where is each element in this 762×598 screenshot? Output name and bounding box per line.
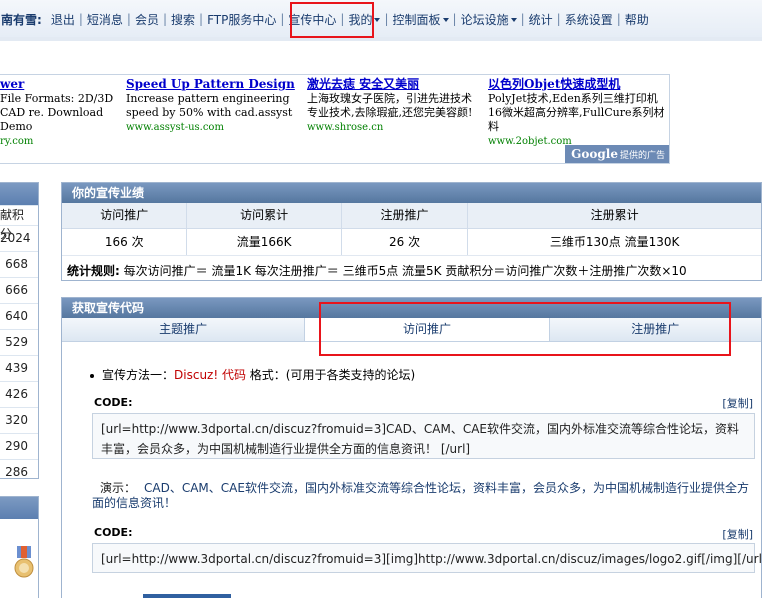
- top-nav: 南有雪: 退出 | 短消息 | 会员 | 搜索 | FTP服务中心 | 宣传中心 | 我的 |…: [0, 0, 762, 38]
- ad-item[interactable]: Speed Up Pattern Design Increase pattern…: [126, 77, 304, 133]
- nav-ftp-center[interactable]: FTP服务中心: [203, 11, 280, 28]
- ad-item[interactable]: 以色列Objet快速成型机 PolyJet技术,Eden系列三维打印机 16微米…: [488, 77, 666, 147]
- promo-tabs: 主题推广 访问推广 注册推广: [62, 318, 761, 342]
- visit-promo-value: 166 次: [62, 229, 188, 255]
- nav-bar: 南有雪: 退出 | 短消息 | 会员 | 搜索 | FTP服务中心 | 宣传中心 | 我的 |…: [0, 11, 653, 27]
- ad-url[interactable]: www.shrose.cn: [307, 122, 485, 133]
- nav-username: 南有雪:: [1, 12, 42, 27]
- sidebar-row: 529: [0, 329, 38, 355]
- nav-shadow: [0, 37, 762, 41]
- google-ads-label[interactable]: Google 提供的广告: [565, 145, 669, 163]
- copy-button[interactable]: [复制]: [722, 526, 753, 542]
- ad-item[interactable]: wer File Formats: 2D/3D CAD re. Download…: [0, 77, 122, 147]
- stats-header-row: 访问推广 访问累计 注册推广 注册累计: [62, 203, 761, 229]
- sidebar-header: [0, 497, 38, 519]
- sidebar-header: [0, 183, 38, 205]
- ad-body: 上海玫瑰女子医院，引进先进技术 专业技术,去除瑕疵,还您完美容颜!: [307, 92, 473, 119]
- sidebar-row: 2024: [0, 225, 38, 251]
- method-suffix: 格式：(可用于各类支持的论坛): [245, 368, 416, 382]
- nav-help[interactable]: 帮助: [621, 11, 653, 28]
- col-visit-promo: 访问推广: [62, 203, 188, 228]
- code-label: CODE:: [94, 396, 133, 409]
- nav-search[interactable]: 搜索: [167, 11, 199, 28]
- ad-title[interactable]: 激光去痣 安全又美丽: [307, 77, 485, 91]
- nav-logout[interactable]: 退出: [47, 11, 79, 28]
- register-total-value: 三维币130点 流量130K: [549, 235, 680, 249]
- ad-title[interactable]: 以色列Objet快速成型机: [488, 77, 666, 91]
- chevron-down-icon: [442, 18, 449, 22]
- sidebar-row: 439: [0, 355, 38, 381]
- ad-url[interactable]: ry.com: [0, 136, 122, 147]
- method-format: Discuz! 代码: [174, 368, 246, 382]
- bullet-icon: [90, 373, 94, 378]
- copy-button[interactable]: [复制]: [722, 395, 753, 411]
- col-register-total: 注册累计: [590, 208, 639, 222]
- panel-title: 你的宣传业绩: [62, 183, 761, 203]
- tab-visit-promo[interactable]: 访问推广: [305, 318, 550, 341]
- ad-url[interactable]: www.assyst-us.com: [126, 122, 304, 133]
- ad-body: Increase pattern engineering speed by 50…: [126, 92, 293, 119]
- promo-method: 宣传方法一：Discuz! 代码 格式：(可用于各类支持的论坛): [90, 366, 415, 383]
- ad-block: wer File Formats: 2D/3D CAD re. Download…: [0, 74, 670, 164]
- promo-code-panel: 获取宣传代码 主题推广 访问推广 注册推广 宣传方法一：Discuz! 代码 格…: [61, 297, 762, 598]
- code-label: CODE:: [94, 526, 133, 539]
- nav-control-panel-label: 控制面板: [392, 12, 441, 27]
- sidebar-row: 320: [0, 407, 38, 433]
- code-box-text[interactable]: [url=http://www.3dportal.cn/discuz?fromu…: [92, 413, 755, 459]
- ad-title[interactable]: Speed Up Pattern Design: [126, 77, 304, 91]
- ad-title[interactable]: wer: [0, 77, 122, 91]
- ad-body: File Formats: 2D/3D CAD re. Download Dem…: [0, 92, 114, 133]
- nav-mine-label: 我的: [348, 12, 373, 27]
- stats-value-row: 166 次 流量166K 26 次 三维币130点 流量130K: [62, 229, 761, 256]
- tab-topic-promo[interactable]: 主题推广: [62, 318, 306, 341]
- sidebar-credits-box: 献积分 2024 668 666 640 529 439 426 320 290…: [0, 182, 39, 479]
- col-visit-total: 访问累计: [187, 203, 342, 228]
- google-ads-text: 提供的广告: [619, 151, 665, 161]
- method-prefix: 宣传方法一：: [102, 368, 175, 382]
- chevron-down-icon: [374, 18, 381, 22]
- medal-icon: [14, 546, 34, 578]
- panel-title: 获取宣传代码: [62, 298, 761, 318]
- ad-body: PolyJet技术,Eden系列三维打印机 16微米超高分辨率,FullCure…: [488, 92, 665, 133]
- nav-statistics[interactable]: 统计: [525, 11, 557, 28]
- performance-panel: 你的宣传业绩 访问推广 访问累计 注册推广 注册累计 166 次 流量166K …: [61, 182, 762, 281]
- visit-total-value: 流量166K: [187, 229, 342, 255]
- demo-link[interactable]: CAD、CAM、CAE软件交流，国内外标准交流等综合性论坛，资料丰富，会员众多，…: [92, 481, 749, 510]
- nav-messages[interactable]: 短消息: [83, 11, 127, 28]
- sidebar-row: 290: [0, 433, 38, 459]
- demo-line: 演示： CAD、CAM、CAE软件交流，国内外标准交流等综合性论坛，资料丰富，会员…: [92, 481, 757, 511]
- sidebar-row: 426: [0, 381, 38, 407]
- google-logo: Google: [571, 147, 618, 161]
- stat-rules-label: 统计规则:: [67, 264, 120, 278]
- register-promo-value: 26 次: [342, 229, 469, 255]
- ad-item[interactable]: 激光去痣 安全又美丽 上海玫瑰女子医院，引进先进技术 专业技术,去除瑕疵,还您完…: [307, 77, 485, 133]
- stat-rules-text: 每次访问推广＝ 流量1K 每次注册推广＝ 三维币5点 流量5K 贡献积分＝访问推…: [119, 264, 687, 278]
- chevron-down-icon: [510, 18, 517, 22]
- bottom-scroll-indicator: [143, 594, 231, 598]
- sidebar-row: 286: [0, 459, 38, 485]
- sidebar-row: 668: [0, 251, 38, 277]
- col-register-promo: 注册推广: [342, 203, 469, 228]
- sidebar-row: 640: [0, 303, 38, 329]
- nav-forum-facilities[interactable]: 论坛设施: [457, 11, 521, 28]
- nav-system-settings[interactable]: 系统设置: [561, 11, 617, 28]
- nav-control-panel[interactable]: 控制面板: [389, 11, 453, 28]
- sidebar-row: 666: [0, 277, 38, 303]
- nav-members[interactable]: 会员: [131, 11, 163, 28]
- nav-forum-facilities-label: 论坛设施: [460, 12, 509, 27]
- tab-register-promo[interactable]: 注册推广: [549, 318, 761, 341]
- sidebar-row: 献积分: [0, 205, 38, 241]
- nav-mine[interactable]: 我的: [344, 11, 384, 28]
- nav-promotion-center[interactable]: 宣传中心: [284, 11, 340, 28]
- stat-rules: 统计规则: 每次访问推广＝ 流量1K 每次注册推广＝ 三维币5点 流量5K 贡献…: [62, 256, 761, 279]
- demo-label: 演示：: [100, 481, 137, 495]
- code-box-image[interactable]: [url=http://www.3dportal.cn/discuz?fromu…: [92, 543, 762, 573]
